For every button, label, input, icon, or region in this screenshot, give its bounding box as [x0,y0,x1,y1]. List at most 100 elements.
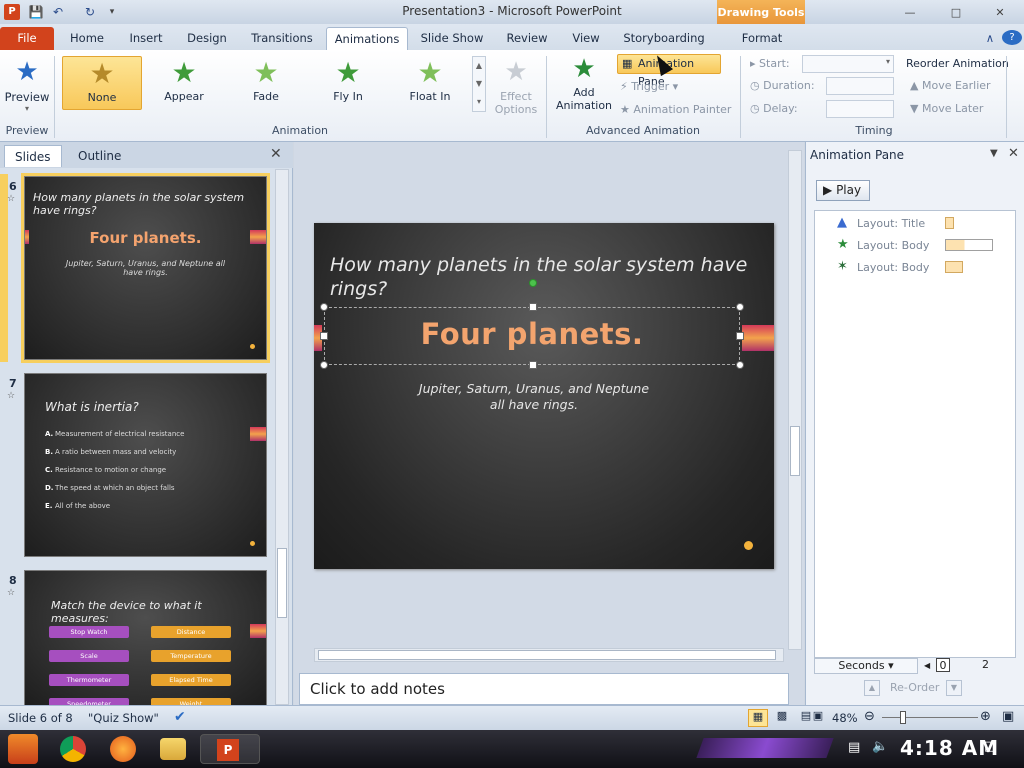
animation-painter-button[interactable]: ★ Animation Painter [620,100,731,120]
add-animation-button[interactable]: ★ Add Animation [554,52,614,120]
resize-handle[interactable] [736,361,744,369]
slide-detail[interactable]: Jupiter, Saturn, Uranus, and Neptune all… [414,381,654,413]
help-icon[interactable]: ? [1002,30,1022,45]
chevron-left-icon[interactable]: ◀ [924,659,930,673]
zoom-slider-thumb[interactable] [900,711,906,724]
slide-thumbnail-7[interactable]: What is inertia? A. Measurement of electr… [24,373,267,557]
slide-thumbnail-6[interactable]: How many planets in the solar system hav… [21,173,270,363]
slide-answer[interactable]: Four planets. [324,317,740,351]
tab-home[interactable]: Home [62,27,112,50]
entrance-effect-icon: ▲ [837,215,847,230]
powerpoint-taskbar-button[interactable]: P [200,734,260,764]
slide-sorter-icon[interactable]: ▩ [772,709,792,727]
animation-fade[interactable]: ★ Fade [226,56,306,110]
tab-design[interactable]: Design [180,27,234,50]
title-bar: P 💾 ↶ ↻ ▾ Presentation3 - Microsoft Powe… [0,0,1024,24]
thumb-title: How many planets in the solar system hav… [33,191,245,217]
tab-slide-show[interactable]: Slide Show [416,27,488,50]
reorder-down-button[interactable]: ▼ [946,680,962,696]
tab-storyboarding[interactable]: Storyboarding [620,27,708,50]
firefox-icon[interactable] [110,736,136,762]
vertical-scrollbar[interactable] [788,150,802,650]
play-button[interactable]: ▶ Play [816,180,870,201]
scroll-thumb[interactable] [318,650,776,660]
slideshow-view-icon[interactable]: ▣ [808,709,828,727]
group-divider [54,56,55,138]
close-panel-icon[interactable]: ✕ [270,146,282,162]
notes-field[interactable]: Click to add notes [299,673,789,705]
volume-icon[interactable]: 🔈 [872,739,888,754]
trigger-button[interactable]: ⚡ Trigger ▾ [620,77,678,97]
zoom-slider[interactable] [882,717,978,718]
animation-list-item[interactable]: ▲ Layout: Title [815,213,1015,233]
zoom-in-icon[interactable]: ⊕ [980,709,991,724]
gallery-scroll[interactable]: ▲ ▼ ▾ [472,56,486,112]
preview-button[interactable]: ★ Preview ▾ [4,54,50,120]
seconds-dropdown[interactable]: Seconds ▾ [814,658,918,674]
reorder-up-button[interactable]: ▲ [864,680,880,696]
duration-spinner[interactable] [826,77,894,95]
tab-animations[interactable]: Animations [326,27,408,50]
slide-title[interactable]: How many planets in the solar system hav… [330,253,760,301]
fly-in-effect-icon: ★ [837,237,849,252]
start-dropdown[interactable]: ▾ [802,55,894,73]
notifications-icon[interactable]: □ [984,739,996,754]
start-menu-icon[interactable] [8,734,38,764]
tab-view[interactable]: View [564,27,608,50]
close-pane-icon[interactable]: ✕ [1008,146,1019,161]
animation-none[interactable]: ★ None [62,56,142,110]
tab-transitions[interactable]: Transitions [244,27,320,50]
resize-handle[interactable] [529,303,537,311]
timeline-bar [945,261,963,273]
move-earlier-button[interactable]: ▲ Move Earlier [910,76,991,96]
scroll-thumb[interactable] [790,426,800,476]
delay-spinner[interactable] [826,100,894,118]
file-explorer-icon[interactable] [160,738,186,760]
current-slide[interactable]: How many planets in the solar system hav… [314,223,774,569]
maximize-button[interactable]: □ [936,4,976,22]
tab-insert[interactable]: Insert [120,27,172,50]
resize-handle[interactable] [320,332,328,340]
preview-star-icon: ★ [15,57,39,87]
tab-format[interactable]: Format [730,27,794,50]
tab-review[interactable]: Review [500,27,554,50]
horizontal-scrollbar[interactable] [314,648,784,662]
effect-options-button[interactable]: ★ Effect Options [490,54,542,120]
tab-outline[interactable]: Outline [68,145,131,167]
animation-float-in[interactable]: ★ Float In [390,56,470,110]
normal-view-icon[interactable]: ▦ [748,709,768,727]
resize-handle[interactable] [320,303,328,311]
animation-list-item[interactable]: ★ Layout: Body [815,235,1015,255]
tab-file[interactable]: File [0,27,54,50]
slide-thumbnail-8[interactable]: Match the device to what it measures: St… [24,570,267,710]
powerpoint-icon: P [217,739,239,761]
scroll-thumb[interactable] [277,548,287,618]
tab-slides[interactable]: Slides [4,145,62,167]
spellcheck-icon[interactable]: ✔ [174,709,186,725]
animation-appear[interactable]: ★ Appear [144,56,224,110]
zoom-level[interactable]: 48% [832,711,858,725]
ribbon-minimize-icon[interactable]: ∧ [980,27,1000,50]
animation-list-item[interactable]: ✶ Layout: Body [815,257,1015,277]
slides-outline-tabs: Slides Outline ✕ [0,142,293,168]
taskbar: P ▤ 🔈 4:18 AM □ [0,730,1024,768]
minimize-button[interactable]: — [890,4,930,22]
decorative-dot [744,541,753,550]
thumb-option: A. Measurement of electrical resistance [45,430,185,438]
network-icon[interactable]: ▤ [848,740,860,755]
slides-scrollbar[interactable] [275,169,289,705]
close-window-button[interactable]: ✕ [980,4,1020,22]
pane-options-icon[interactable]: ▼ [990,148,998,159]
fit-to-window-icon[interactable]: ▣ [1002,709,1014,724]
resize-handle[interactable] [736,332,744,340]
timeline-bar [945,217,954,229]
animation-fly-in[interactable]: ★ Fly In [308,56,388,110]
trigger-icon: ⚡ [620,80,632,93]
resize-handle[interactable] [529,361,537,369]
move-later-button[interactable]: ▼ Move Later [910,99,983,119]
chrome-icon[interactable] [60,736,86,762]
resize-handle[interactable] [736,303,744,311]
resize-handle[interactable] [320,361,328,369]
zoom-out-icon[interactable]: ⊖ [864,709,875,724]
rotate-handle[interactable] [529,279,537,287]
